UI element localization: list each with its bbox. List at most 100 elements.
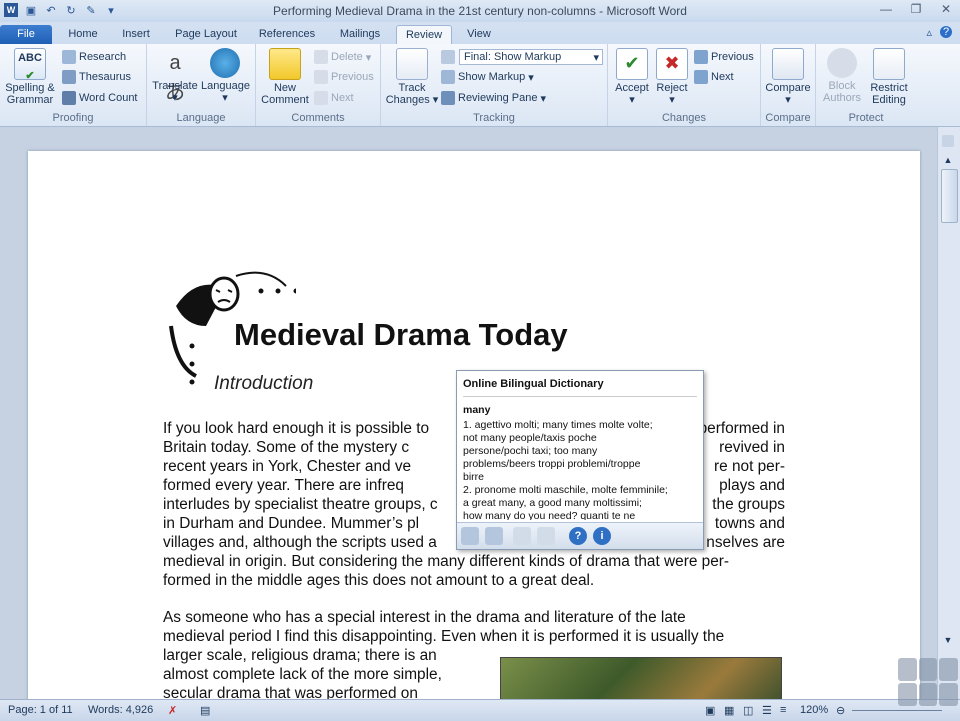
scroll-down-icon[interactable]: ▼ [942,635,954,645]
comment-icon [269,48,301,80]
compare-icon [772,48,804,80]
document-heading: Medieval Drama Today [234,317,568,352]
ribbon-help-controls: ▵ ? [926,26,952,39]
accept-button[interactable]: ✔ Accept ▾ [612,48,652,106]
zoom-level[interactable]: 120% [800,704,828,716]
previous-comment-icon [314,70,328,84]
thesaurus-icon [62,70,76,84]
popup-content: many 1. agettivo molti; many times molte… [463,404,695,520]
reject-button[interactable]: ✖ Reject ▾ [652,48,692,106]
tab-page-layout[interactable]: Page Layout [170,25,242,44]
view-full-screen-icon[interactable]: ▦ [724,704,734,717]
translate-button[interactable]: aあ Translate ▾ [151,48,199,104]
view-web-layout-icon[interactable]: ◫ [743,704,753,717]
delete-comment-button[interactable]: Delete ▾ [314,50,371,64]
track-changes-button[interactable]: Track Changes ▾ [385,48,439,106]
view-print-layout-icon[interactable]: ▣ [705,704,715,717]
previous-change-button[interactable]: Previous [694,50,754,64]
accept-icon: ✔ [616,48,648,80]
ruler-toggle-icon[interactable] [942,135,954,147]
window-title: Performing Medieval Drama in the 21st ce… [273,4,687,18]
scroll-thumb[interactable] [941,169,958,223]
macro-record-icon[interactable]: ▤ [200,704,210,717]
previous-comment-button[interactable]: Previous [314,70,374,84]
research-button[interactable]: Research [62,50,126,64]
next-comment-button[interactable]: Next [314,91,354,105]
document-subheading: Introduction [214,373,314,394]
language-button[interactable]: Language ▾ [201,48,250,104]
reject-icon: ✖ [656,48,688,80]
copy-icon[interactable] [485,527,503,545]
info-icon[interactable]: i [593,527,611,545]
close-icon[interactable]: ✕ [938,2,954,18]
vertical-scrollbar[interactable]: ▲ ▼ [937,127,960,699]
compare-button[interactable]: Compare ▾ [765,48,811,106]
minimize-icon[interactable]: — [878,2,894,18]
thesaurus-button[interactable]: Thesaurus [62,70,131,84]
popup-divider [463,396,697,397]
status-bar: Page: 1 of 11 Words: 4,926 ✗ ▤ ▣ ▦ ◫ ☰ ≡… [0,699,960,721]
tab-review[interactable]: Review [396,25,452,45]
lock-document-icon [873,48,905,80]
restore-icon[interactable]: ❐ [908,2,924,18]
minimize-ribbon-icon[interactable]: ▵ [926,26,932,39]
reviewing-pane-icon [441,91,455,105]
ribbon: ABC ✔ Spelling & Grammar Research Thesaur… [0,44,960,127]
next-comment-icon [314,91,328,105]
display-review-icon [441,50,455,64]
restrict-editing-button[interactable]: Restrict Editing [866,48,912,106]
globe-icon [210,48,240,78]
play-icon[interactable] [513,527,531,545]
research-pane-icon[interactable] [461,527,479,545]
group-tracking: Track Changes ▾ Final: Show Markup ▾ Show… [381,44,608,126]
abc-check-icon: ABC ✔ [14,48,46,82]
zoom-slider-track[interactable] [852,710,942,711]
word-count-icon [62,91,76,105]
group-compare: Compare ▾ Compare [761,44,816,126]
show-markup-icon [441,70,455,84]
tab-home[interactable]: Home [62,25,104,44]
next-change-icon [694,70,708,84]
display-for-review-select[interactable]: Final: Show Markup ▾ [459,49,603,65]
popup-toolbar: ? i [457,522,703,549]
delete-comment-icon [314,50,328,64]
tab-insert[interactable]: Insert [114,25,158,44]
window-controls: — ❐ ✕ [878,2,954,18]
popup-title: Online Bilingual Dictionary [463,378,604,390]
word-count-indicator[interactable]: Words: 4,926 [88,704,153,716]
document-photo[interactable] [500,657,782,699]
track-changes-icon [396,48,428,80]
block-authors-button[interactable]: Block Authors [820,48,864,104]
view-outline-icon[interactable]: ☰ [762,704,772,717]
group-protect: Block Authors Restrict Editing Protect [816,44,916,126]
dictionary-headword: many [463,404,491,416]
proofing-errors-icon[interactable]: ✗ [168,704,177,717]
view-draft-icon[interactable]: ≡ [780,704,786,716]
scroll-up-icon[interactable]: ▲ [942,155,954,165]
show-markup-button[interactable]: Show Markup ▾ [441,70,534,84]
group-proofing: ABC ✔ Spelling & Grammar Research Thesaur… [0,44,147,126]
stop-icon[interactable] [537,527,555,545]
next-change-button[interactable]: Next [694,70,734,84]
group-changes: ✔ Accept ▾ ✖ Reject ▾ Previous Next Change… [608,44,761,126]
group-language: aあ Translate ▾ Language ▾ Language [147,44,256,126]
new-comment-button[interactable]: New Comment [260,48,310,106]
block-authors-icon [827,48,857,78]
word-count-button[interactable]: Word Count [62,91,138,105]
translate-icon: aあ [165,52,185,104]
tab-file[interactable]: File [0,25,52,44]
tab-references[interactable]: References [254,25,320,44]
display-for-review [441,50,455,64]
tab-view[interactable]: View [460,25,498,44]
dictionary-popup[interactable]: Online Bilingual Dictionary many 1. aget… [456,370,704,550]
overlay-grid-icon[interactable] [898,658,958,706]
spelling-grammar-button[interactable]: ABC ✔ Spelling & Grammar [4,48,56,106]
reviewing-pane-button[interactable]: Reviewing Pane ▾ [441,91,546,105]
zoom-out-icon[interactable]: ⊖ [836,704,845,717]
help-icon[interactable]: ? [940,26,952,38]
help-circle-icon[interactable]: ? [569,527,587,545]
page-indicator[interactable]: Page: 1 of 11 [8,704,73,716]
tab-mailings[interactable]: Mailings [332,25,388,44]
title-bar: W ▣ ↶ ↻ ✎ ▾ Performing Medieval Drama in… [0,0,960,22]
dropdown-arrow-icon: ▾ [593,52,599,64]
